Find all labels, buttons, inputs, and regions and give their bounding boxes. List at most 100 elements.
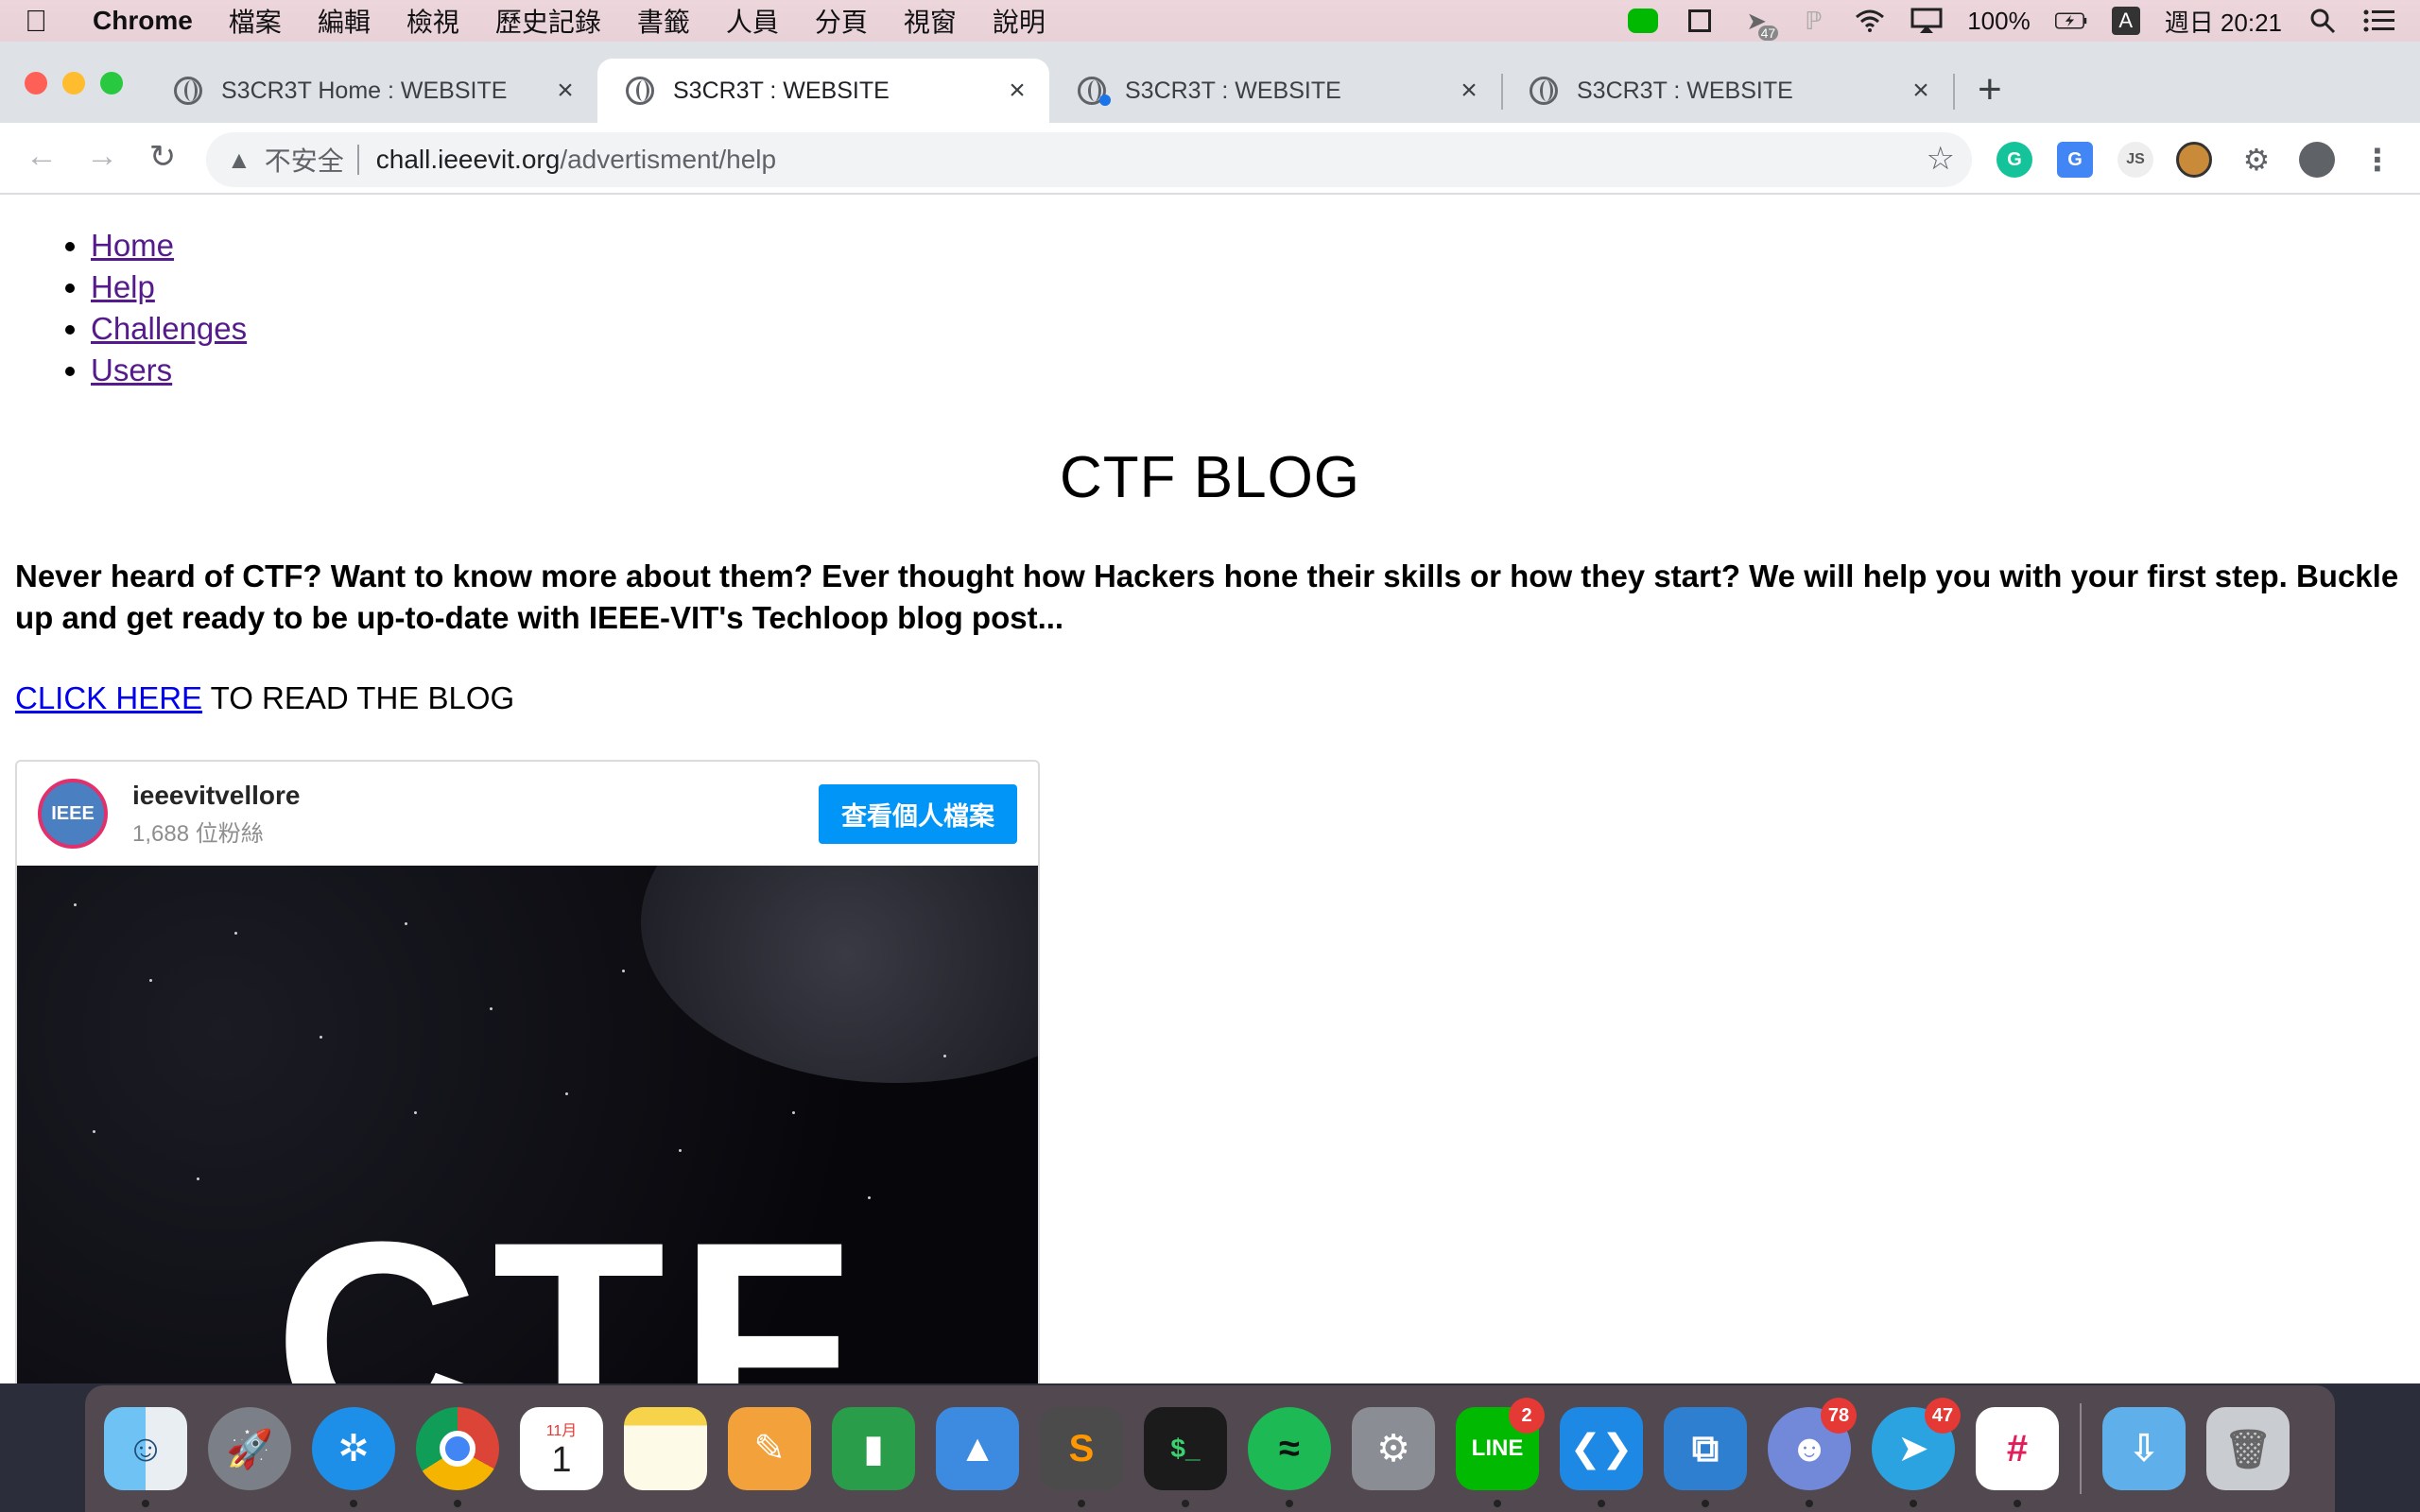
sublime-text-icon[interactable]: S: [1040, 1407, 1123, 1507]
click-here-link[interactable]: CLICK HERE: [15, 680, 202, 715]
embed-photo[interactable]: CTF: [17, 866, 1038, 1383]
close-tab-icon[interactable]: ×: [550, 75, 580, 107]
line-label: LINE: [1471, 1435, 1524, 1461]
launchpad-icon[interactable]: 🚀: [208, 1407, 291, 1490]
tab-s3cr3t-4[interactable]: S3CR3T : WEBSITE ×: [1501, 59, 1953, 123]
star: [149, 979, 152, 982]
vmware-fusion-icon[interactable]: ⧉: [1664, 1407, 1747, 1507]
address-bar[interactable]: ▲ 不安全 chall.ieeevit.org/advertisment/hel…: [206, 132, 1972, 187]
line-tray-icon[interactable]: [1627, 5, 1659, 37]
close-tab-icon[interactable]: ×: [1002, 75, 1032, 107]
embed-username[interactable]: ieeevitvellore: [132, 781, 300, 811]
tab-s3cr3t-active[interactable]: S3CR3T : WEBSITE ×: [597, 59, 1049, 123]
google-translate-extension-icon[interactable]: G: [2057, 142, 2093, 178]
nav-link-home[interactable]: Home: [91, 228, 174, 263]
embed-header: IEEE ieeevitvellore 1,688 位粉絲 查看個人檔案: [17, 762, 1038, 866]
menu-history[interactable]: 歷史記錄: [495, 2, 601, 40]
menu-app-name[interactable]: Chrome: [93, 6, 193, 36]
close-tab-icon[interactable]: ×: [1906, 75, 1936, 107]
reload-button[interactable]: ↻: [142, 138, 183, 176]
tab-title: S3CR3T : WEBSITE: [1125, 77, 1341, 104]
tab-s3cr3t-3[interactable]: S3CR3T : WEBSITE ×: [1049, 59, 1501, 123]
battery-icon[interactable]: [2054, 5, 2087, 37]
notification-center-icon[interactable]: [2363, 5, 2395, 37]
discord-icon[interactable]: ☻ 78: [1768, 1398, 1857, 1507]
spotlight-search-icon[interactable]: [2307, 5, 2339, 37]
globe-icon: [1530, 77, 1558, 105]
clock[interactable]: 週日 20:21: [2165, 4, 2282, 39]
cta-text: TO READ THE BLOG: [202, 680, 515, 715]
nav-link-help[interactable]: Help: [91, 269, 155, 304]
input-method-icon[interactable]: A: [2111, 7, 2140, 35]
new-tab-button[interactable]: +: [1978, 66, 2002, 113]
close-tab-icon[interactable]: ×: [1454, 75, 1484, 107]
embed-followers: 1,688 位粉絲: [132, 820, 264, 847]
calendar-icon[interactable]: 11月 1: [520, 1407, 603, 1490]
warning-triangle-icon[interactable]: ▲: [227, 146, 251, 175]
tab-strip: S3CR3T Home : WEBSITE × S3CR3T : WEBSITE…: [0, 42, 2420, 123]
nav-item-home: Home: [91, 225, 247, 266]
bluetooth-icon[interactable]: ℙ: [1797, 5, 1829, 37]
star: [234, 932, 237, 935]
slack-icon[interactable]: #: [1976, 1407, 2059, 1507]
back-button[interactable]: ←: [21, 138, 62, 175]
menu-view[interactable]: 檢視: [406, 2, 459, 40]
menu-bookmarks[interactable]: 書籤: [637, 2, 690, 40]
blocker-extension-icon[interactable]: [2176, 142, 2212, 178]
pages-icon[interactable]: ✎: [728, 1407, 811, 1490]
downloads-folder-icon[interactable]: ⇩: [2102, 1407, 2186, 1490]
extensions-puzzle-icon[interactable]: ⚙: [2238, 142, 2274, 178]
menu-file[interactable]: 檔案: [229, 2, 282, 40]
tab-title: S3CR3T : WEBSITE: [673, 77, 890, 104]
ieee-avatar[interactable]: IEEE: [38, 779, 108, 849]
telegram-tray-icon[interactable]: ➤ 47: [1740, 5, 1779, 41]
star: [679, 1149, 682, 1152]
trash-icon[interactable]: 🗑: [2206, 1407, 2290, 1490]
profile-avatar-icon[interactable]: [2299, 142, 2335, 178]
bookmark-star-icon[interactable]: ☆: [1927, 140, 1955, 178]
browser-toolbar: ← → ↻ ▲ 不安全 chall.ieeevit.org/advertisme…: [0, 123, 2420, 195]
star: [490, 1007, 493, 1010]
tray-badge: 47: [1757, 26, 1779, 41]
chrome-window: S3CR3T Home : WEBSITE × S3CR3T : WEBSITE…: [0, 42, 2420, 1383]
menu-people[interactable]: 人員: [726, 2, 779, 40]
menu-help[interactable]: 說明: [993, 2, 1046, 40]
close-window-button[interactable]: [25, 72, 47, 94]
planet-graphic: [641, 866, 1038, 1083]
globe-icon: [1078, 77, 1111, 106]
battery-percent: 100%: [1967, 6, 2031, 35]
terminal-icon[interactable]: $_: [1144, 1407, 1227, 1507]
menu-window[interactable]: 視窗: [904, 2, 957, 40]
tab-s3cr3t-home[interactable]: S3CR3T Home : WEBSITE ×: [146, 59, 597, 123]
nav-link-challenges[interactable]: Challenges: [91, 311, 247, 346]
numbers-icon[interactable]: ▮: [832, 1407, 915, 1490]
grammarly-extension-icon[interactable]: G: [1996, 142, 2032, 178]
apple-logo-icon[interactable]: : [25, 4, 59, 39]
view-profile-button[interactable]: 查看個人檔案: [819, 783, 1017, 844]
globe-icon: [626, 77, 654, 105]
js-extension-icon[interactable]: JS: [2118, 142, 2153, 178]
notes-icon[interactable]: [624, 1407, 707, 1490]
system-preferences-icon[interactable]: ⚙: [1352, 1407, 1435, 1490]
wifi-icon[interactable]: [1854, 5, 1886, 37]
chrome-icon[interactable]: [416, 1407, 499, 1507]
spotify-icon[interactable]: ≈: [1248, 1407, 1331, 1507]
safari-icon[interactable]: ✲: [312, 1407, 395, 1507]
forward-button[interactable]: →: [81, 138, 123, 175]
minimize-window-button[interactable]: [62, 72, 85, 94]
keynote-icon[interactable]: ▲: [936, 1407, 1019, 1490]
airplay-icon[interactable]: [1910, 5, 1943, 37]
dock-separator: [2080, 1403, 2082, 1494]
line-badge: 2: [1509, 1398, 1545, 1434]
vmware-tray-icon[interactable]: [1684, 5, 1716, 37]
vscode-icon[interactable]: ❮❯: [1560, 1407, 1643, 1507]
chrome-menu-icon[interactable]: ⋮: [2360, 142, 2395, 178]
security-status[interactable]: 不安全: [265, 141, 344, 179]
finder-icon[interactable]: ☺: [104, 1407, 187, 1507]
nav-link-users[interactable]: Users: [91, 352, 172, 387]
zoom-window-button[interactable]: [100, 72, 123, 94]
telegram-icon[interactable]: ➤ 47: [1872, 1398, 1961, 1507]
menu-edit[interactable]: 編輯: [318, 2, 371, 40]
menu-tab[interactable]: 分頁: [815, 2, 868, 40]
line-icon[interactable]: LINE 2: [1456, 1398, 1545, 1507]
